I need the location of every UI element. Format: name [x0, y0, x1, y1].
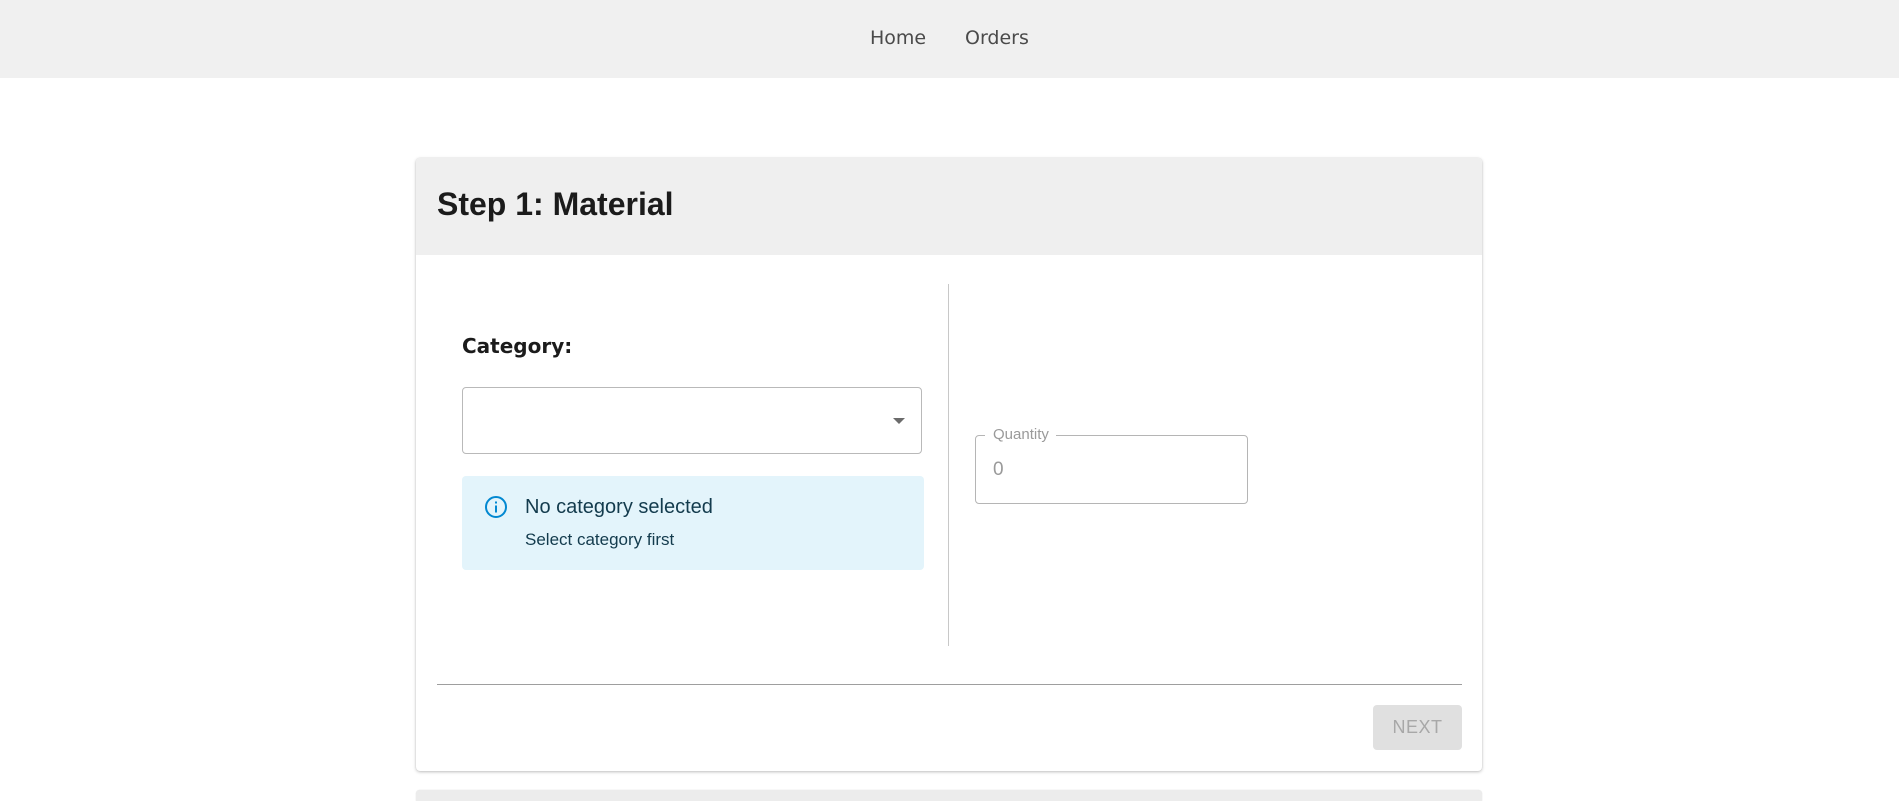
step-card-header: Step 1: Material [416, 158, 1482, 255]
alert-message: Select category first [525, 530, 675, 549]
info-alert: No category selected Select category fir… [462, 476, 924, 570]
info-icon [485, 496, 507, 518]
next-step-card [416, 790, 1482, 801]
category-label: Category: [462, 334, 573, 358]
category-select[interactable] [462, 387, 922, 454]
vertical-divider [948, 284, 949, 646]
chevron-down-icon [893, 418, 905, 424]
nav-link-home[interactable]: Home [870, 27, 926, 49]
quantity-input[interactable] [977, 437, 1246, 502]
nav-link-orders[interactable]: Orders [965, 27, 1029, 49]
alert-title: No category selected [525, 496, 713, 518]
step-card: Step 1: Material Category: No category s… [416, 158, 1482, 771]
step-title: Step 1: Material [437, 186, 674, 222]
next-button[interactable]: NEXT [1373, 705, 1462, 750]
quantity-field: Quantity [975, 426, 1248, 504]
top-navigation-bar: Home Orders [0, 0, 1899, 78]
horizontal-divider [437, 684, 1462, 685]
